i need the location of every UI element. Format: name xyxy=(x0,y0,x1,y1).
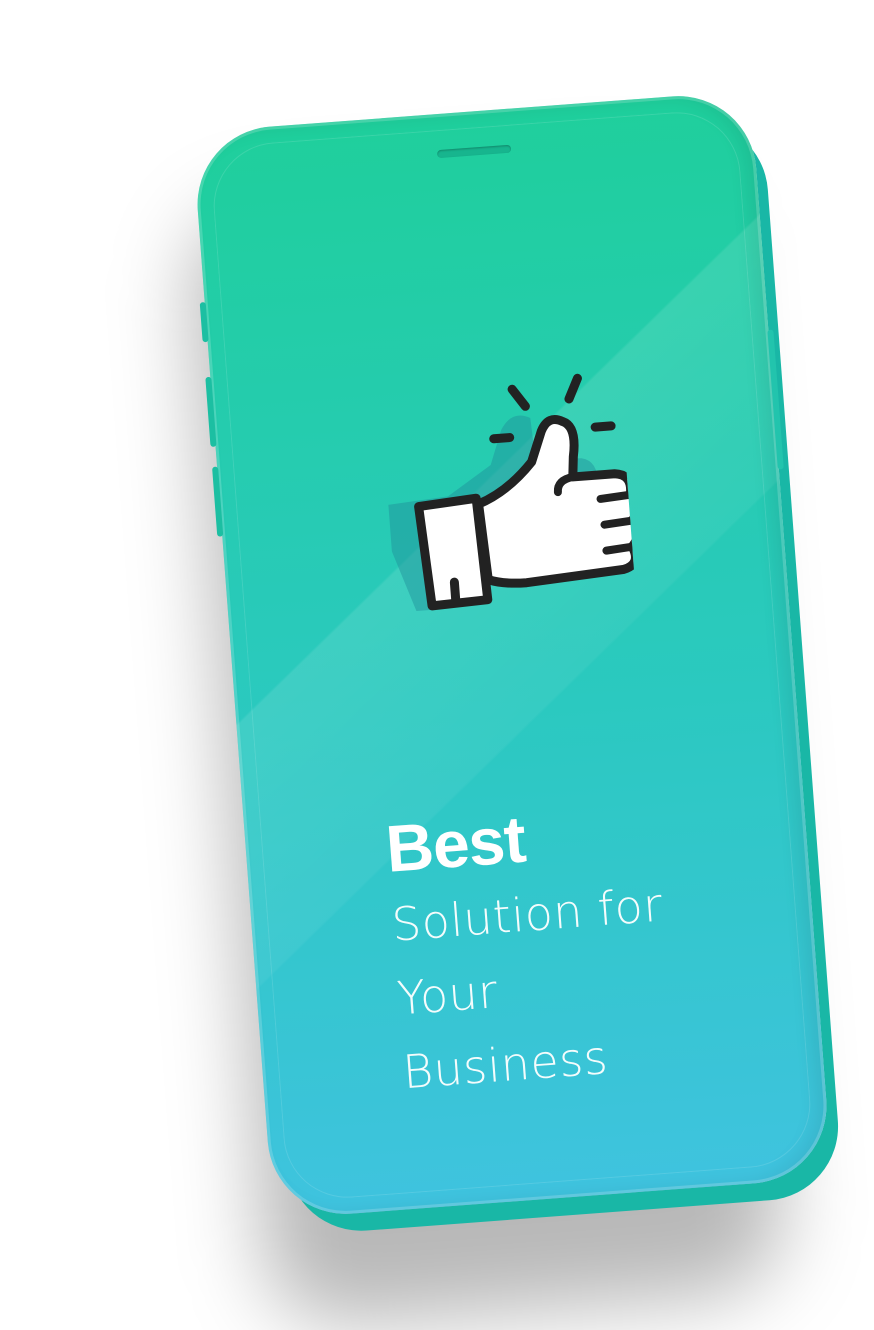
stage: Best Solution for Your Business xyxy=(0,0,874,1330)
phone-mockup: Best Solution for Your Business xyxy=(191,90,833,1220)
power-button xyxy=(767,329,784,470)
hero-headline: Best Solution for Your Business xyxy=(383,790,676,1109)
thumbs-up-icon xyxy=(379,373,638,612)
